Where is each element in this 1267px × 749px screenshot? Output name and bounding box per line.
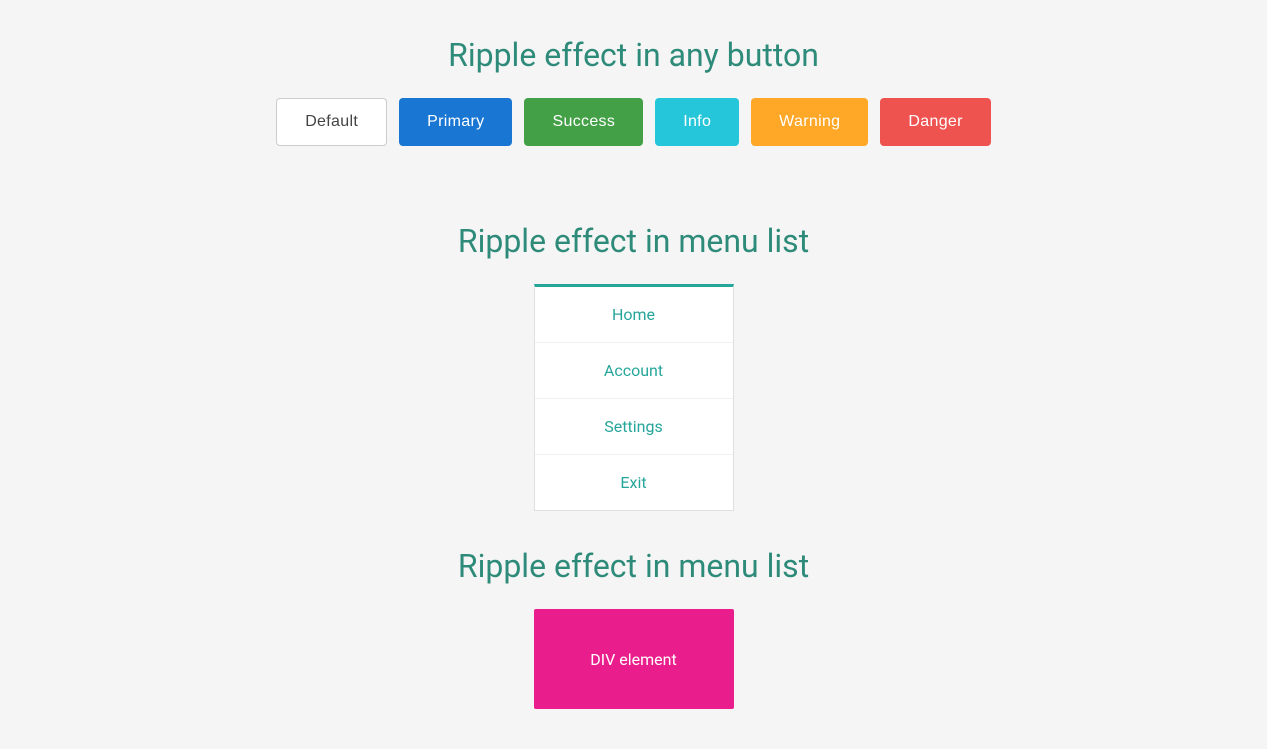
section-div-element: Ripple effect in menu list DIV element xyxy=(20,531,1247,709)
btn-default[interactable]: Default xyxy=(276,98,387,146)
section-menu-list-title: Ripple effect in menu list xyxy=(458,222,809,260)
section-buttons-title: Ripple effect in any button xyxy=(448,36,819,74)
menu-list: Home Account Settings Exit xyxy=(534,284,734,511)
section-menu-list: Ripple effect in menu list Home Account … xyxy=(20,206,1247,511)
btn-danger[interactable]: Danger xyxy=(880,98,990,146)
buttons-row: Default Primary Success Info Warning Dan… xyxy=(276,98,991,146)
div-element[interactable]: DIV element xyxy=(534,609,734,709)
section-buttons: Ripple effect in any button Default Prim… xyxy=(20,20,1247,186)
btn-info[interactable]: Info xyxy=(655,98,739,146)
menu-item-account[interactable]: Account xyxy=(535,343,733,399)
menu-item-settings[interactable]: Settings xyxy=(535,399,733,455)
div-element-label: DIV element xyxy=(590,650,676,669)
menu-item-exit[interactable]: Exit xyxy=(535,455,733,510)
menu-item-home[interactable]: Home xyxy=(535,287,733,343)
btn-warning[interactable]: Warning xyxy=(751,98,868,146)
section-div-title: Ripple effect in menu list xyxy=(458,547,809,585)
btn-primary[interactable]: Primary xyxy=(399,98,512,146)
btn-success[interactable]: Success xyxy=(524,98,643,146)
